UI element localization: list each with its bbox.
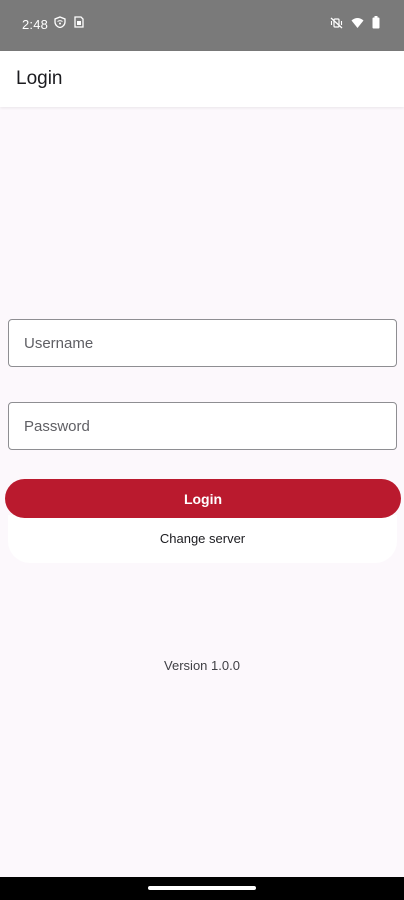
shield-wifi-icon [54, 16, 66, 28]
login-button[interactable]: Login [5, 479, 401, 518]
sim-card-icon [74, 16, 84, 28]
home-indicator[interactable] [148, 886, 256, 890]
vibrate-off-icon [330, 17, 343, 29]
wifi-icon [351, 17, 364, 29]
status-left-icons [54, 16, 84, 28]
navigation-bar [0, 877, 404, 900]
change-server-button[interactable]: Change server [8, 529, 397, 547]
battery-icon [372, 16, 380, 29]
app-bar: Login [0, 51, 404, 107]
status-right-icons [330, 16, 380, 29]
username-input[interactable] [8, 319, 397, 367]
version-label: Version 1.0.0 [164, 658, 240, 673]
login-screen: 2:48 Login Username Login Change server … [0, 0, 404, 900]
password-input[interactable] [8, 402, 397, 450]
status-time: 2:48 [22, 17, 49, 32]
status-bar: 2:48 [0, 0, 404, 51]
page-title: Login [16, 68, 63, 89]
